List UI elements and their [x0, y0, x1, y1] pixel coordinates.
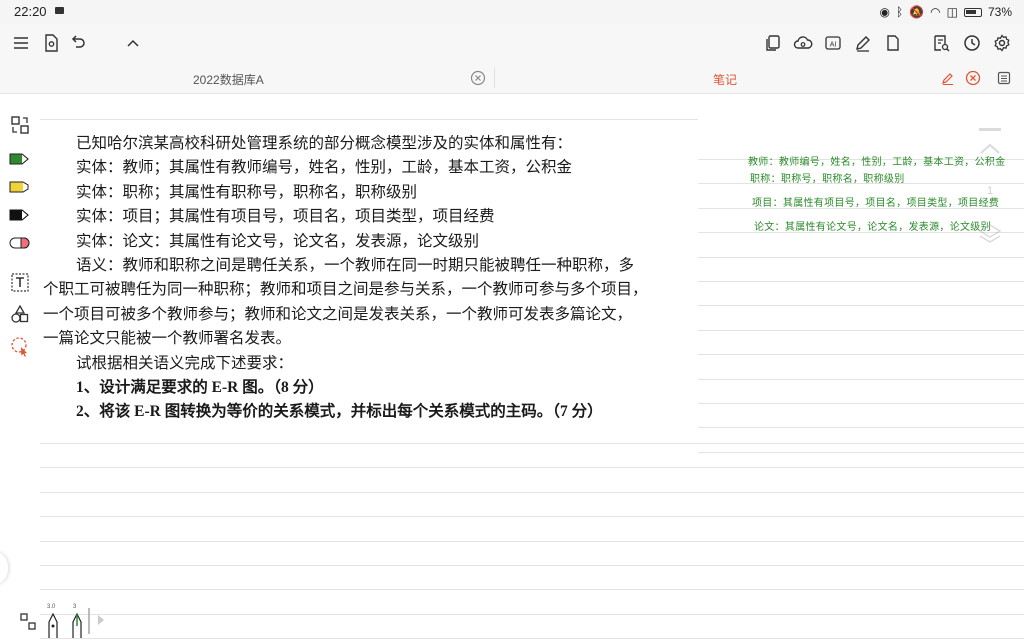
eraser-icon[interactable]: [8, 232, 32, 254]
ruled-line: [40, 516, 1024, 517]
text-line: 已知哈尔滨某高校科研处管理系统的部分概念模型涉及的实体和属性有：: [76, 135, 573, 152]
status-time: 22:20: [14, 4, 47, 19]
edit-note-icon[interactable]: [940, 70, 956, 86]
status-indicators: ◉ ᛒ 🔕 ◠ ◫ 73%: [880, 4, 1013, 20]
requirement-2: 2、将该 E-R 图转换为等价的关系模式，并标出每个关系模式的主码。（7 分）: [76, 403, 603, 421]
pen-tip-icon[interactable]: [46, 612, 60, 638]
text-line: 试根据相关语义完成下述要求：: [76, 354, 294, 372]
search-doc-icon[interactable]: [930, 32, 952, 54]
battery-percent: 73%: [987, 5, 1012, 19]
undo-icon[interactable]: [67, 32, 89, 54]
mute-icon: 🔕: [909, 5, 925, 19]
text-line: 语义：教师和职称之间是聘任关系，一个教师在同一时期只能被聘任一种职称，多: [76, 256, 635, 274]
text-line: 实体：项目；其属性有项目号，项目名，项目类型，项目经费: [76, 208, 495, 226]
text-tool-icon[interactable]: [8, 272, 32, 294]
text-line: 一篇论文只能被一个教师署名发表。: [43, 330, 292, 348]
status-bar: 22:20 ◉ ᛒ 🔕 ◠ ◫ 73%: [0, 0, 1024, 24]
question-text: 已知哈尔滨某高校科研处管理系统的部分概念模型涉及的实体和属性有： 实体：教师；其…: [40, 132, 700, 425]
text-line: 实体：职称；其属性有职称号，职称名，职称级别: [76, 183, 418, 201]
tab-notes[interactable]: 笔记: [713, 71, 737, 88]
ruled-line: [698, 403, 1024, 404]
close-notes-icon[interactable]: [965, 70, 981, 86]
ruled-line: [40, 565, 1024, 566]
pen-size-label: 3: [73, 604, 77, 610]
text-line: 实体：论文：其属性有论文号，论文名，发表源，论文级别: [76, 232, 480, 250]
ruled-line: [40, 541, 1024, 542]
eye-doc-icon[interactable]: [40, 32, 62, 54]
black-pen-icon[interactable]: [8, 204, 32, 226]
ruled-line: [698, 330, 1024, 331]
green-pen-icon[interactable]: [8, 148, 32, 170]
handwritten-note: 项目：其属性有项目号，项目名，项目类型，项目经费: [752, 198, 1000, 209]
ruled-line: [698, 281, 1024, 282]
requirement-1: 1、设计满足要求的 E-R 图。（8 分）: [76, 378, 324, 396]
bluetooth-icon: ᛒ: [895, 5, 904, 19]
ruled-line: [40, 589, 1024, 590]
eye-comfort-icon: ◉: [879, 5, 890, 19]
tray-divider: [88, 608, 90, 634]
shapes-icon[interactable]: [8, 304, 32, 326]
svg-text:AI: AI: [830, 42, 837, 49]
handwritten-note: 论文：其属性有论文号，论文名，发表源，论文级别: [754, 222, 991, 233]
chevron-up-icon[interactable]: [122, 32, 144, 54]
chevron-right-icon[interactable]: [94, 610, 110, 630]
tab-document[interactable]: 2022数据库A: [193, 71, 264, 88]
pen-size-label: 3.0: [47, 604, 56, 610]
top-toolbar: AI: [0, 24, 1024, 62]
page-icon[interactable]: [882, 32, 904, 54]
left-toolbox: [0, 96, 40, 640]
collapse-handle[interactable]: [0, 551, 8, 585]
handwritten-note: 教师：教师编号，姓名，性别，工龄，基本工资，公积金: [748, 157, 1006, 168]
copy-icon[interactable]: [762, 32, 784, 54]
tab-bar: 2022数据库A 笔记: [0, 62, 1024, 94]
ruled-line: [698, 257, 1024, 258]
ruled-line: [698, 305, 1024, 306]
cloud-sync-icon[interactable]: [792, 32, 814, 54]
nfc-icon: ◫: [946, 5, 958, 19]
ruled-line: [40, 614, 1024, 615]
text-line: 实体：教师；其属性有教师编号，姓名，性别，工龄，基本工资，公积金: [76, 159, 573, 177]
page-number: 1: [987, 185, 993, 197]
close-document-icon[interactable]: [470, 70, 486, 86]
document-page: 已知哈尔滨某高校科研处管理系统的部分概念模型涉及的实体和属性有： 实体：教师；其…: [40, 96, 1024, 640]
ruled-line: [698, 354, 1024, 355]
list-icon[interactable]: [996, 70, 1012, 86]
screen-record-icon: [55, 7, 64, 14]
ai-icon[interactable]: AI: [822, 32, 844, 54]
bottom-pen-tray: 3.0 3: [18, 600, 118, 640]
tab-divider: [494, 68, 495, 88]
highlighter-icon[interactable]: [8, 176, 32, 198]
settings-icon[interactable]: [991, 32, 1013, 54]
text-line: 个职工可被聘任为同一种职称；教师和项目之间是参与关系，一个教师可参与多个项目，: [43, 281, 648, 299]
ruled-line: [40, 492, 1024, 493]
text-line: 一个项目可被多个教师参与；教师和论文之间是发表关系，一个教师可发表多篇论文，: [43, 305, 633, 323]
ruled-line: [40, 467, 1024, 468]
battery-icon: [963, 7, 982, 17]
ruled-line: [40, 443, 1024, 444]
menu-icon[interactable]: [10, 32, 32, 54]
swap-icon[interactable]: [18, 612, 38, 632]
page-top-rule: [40, 119, 698, 120]
ruled-line: [698, 379, 1024, 380]
lasso-icon[interactable]: [8, 336, 32, 358]
page-navigator[interactable]: 1: [975, 128, 1005, 248]
handwritten-note: 职称：职称号，职称名，职称级别: [750, 174, 905, 185]
fountain-pen-icon[interactable]: [70, 612, 84, 638]
ruled-line: [698, 427, 1024, 428]
swap-icon[interactable]: [8, 114, 32, 136]
pen-edit-icon[interactable]: [852, 32, 874, 54]
wifi-icon: ◠: [930, 5, 941, 19]
ruled-line: [40, 638, 1024, 639]
clock-icon[interactable]: [961, 32, 983, 54]
ruled-line: [698, 452, 1024, 453]
